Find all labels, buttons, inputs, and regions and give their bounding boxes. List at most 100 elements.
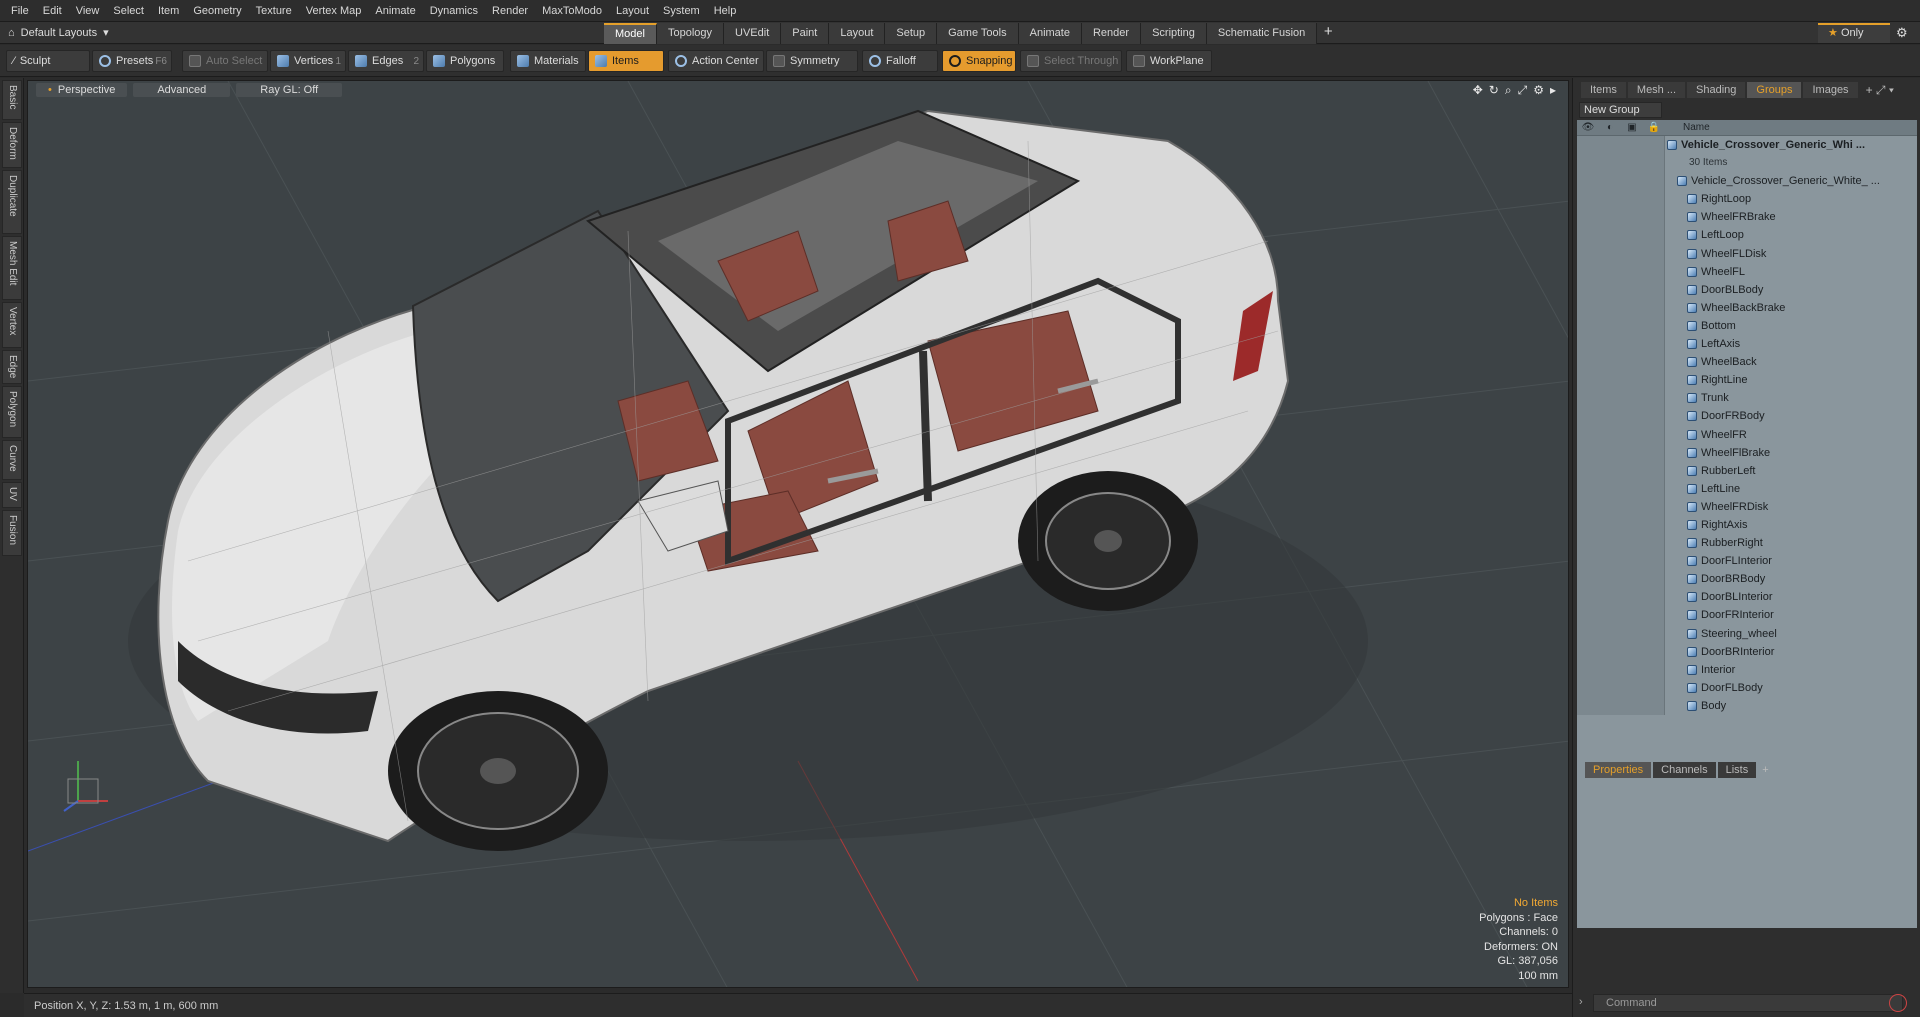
tree-item-doorbrinterior[interactable]: DoorBRInterior xyxy=(1577,642,1917,661)
visibility-columns[interactable] xyxy=(1577,696,1665,715)
select-through-button[interactable]: Select Through xyxy=(1020,50,1122,72)
tree-item-wheelfldisk[interactable]: WheelFLDisk xyxy=(1577,244,1917,263)
panel-tab-items[interactable]: Items xyxy=(1581,82,1626,98)
menu-edit[interactable]: Edit xyxy=(36,0,69,22)
tab-scripting[interactable]: Scripting xyxy=(1141,23,1207,44)
polygons-button[interactable]: Polygons xyxy=(426,50,504,72)
vertices-button[interactable]: Vertices 1 xyxy=(270,50,346,72)
visibility-columns[interactable] xyxy=(1577,534,1665,553)
presets-button[interactable]: Presets F6 xyxy=(92,50,172,72)
left-tab-basic[interactable]: Basic xyxy=(2,80,22,120)
visibility-columns[interactable] xyxy=(1577,588,1665,607)
visibility-columns[interactable] xyxy=(1577,208,1665,227)
zoom-icon[interactable]: ⌕ xyxy=(1505,83,1512,98)
panel-tab-shading[interactable]: Shading xyxy=(1687,82,1746,98)
tree-item-wheelfl[interactable]: WheelFL xyxy=(1577,262,1917,281)
fit-icon[interactable]: ⤢ xyxy=(1518,83,1528,98)
visibility-columns[interactable] xyxy=(1577,226,1665,245)
settings-icon[interactable]: ⚙ xyxy=(1533,83,1544,98)
tree-item-rightloop[interactable]: RightLoop xyxy=(1577,190,1917,209)
materials-button[interactable]: Materials xyxy=(510,50,586,72)
workplane-button[interactable]: WorkPlane xyxy=(1126,50,1212,72)
tree-item-doorblinterior[interactable]: DoorBLInterior xyxy=(1577,588,1917,607)
visibility-columns[interactable] xyxy=(1577,678,1665,697)
falloff-button[interactable]: Falloff xyxy=(862,50,938,72)
tab-schematic-fusion[interactable]: Schematic Fusion xyxy=(1206,23,1318,44)
group-count-row[interactable]: 30 Items xyxy=(1577,154,1917,173)
visibility-columns[interactable] xyxy=(1577,479,1665,498)
command-run-icon[interactable] xyxy=(1889,994,1907,1012)
tree-item-doorfrbody[interactable]: DoorFRBody xyxy=(1577,407,1917,426)
left-tab-fusion[interactable]: Fusion xyxy=(2,510,22,556)
menu-vertex-map[interactable]: Vertex Map xyxy=(299,0,369,22)
menu-geometry[interactable]: Geometry xyxy=(186,0,248,22)
visibility-columns[interactable] xyxy=(1577,280,1665,299)
new-group-button[interactable]: New Group xyxy=(1579,102,1662,118)
tree-item-rubberright[interactable]: RubberRight xyxy=(1577,534,1917,553)
visibility-columns[interactable] xyxy=(1577,136,1665,155)
visibility-columns[interactable] xyxy=(1577,407,1665,426)
tree-item-rightaxis[interactable]: RightAxis xyxy=(1577,515,1917,535)
tree-item-interior[interactable]: Interior xyxy=(1577,660,1917,679)
tree-item-wheelback[interactable]: WheelBack xyxy=(1577,353,1917,372)
tree-item-doorflbody[interactable]: DoorFLBody xyxy=(1577,678,1917,697)
tree-item-wheelbackbrake[interactable]: WheelBackBrake xyxy=(1577,298,1917,317)
tree-item-doorbrbody[interactable]: DoorBRBody xyxy=(1577,570,1917,589)
tree-item-doorblbody[interactable]: DoorBLBody xyxy=(1577,280,1917,299)
left-tab-edge[interactable]: Edge xyxy=(2,350,22,384)
properties-tab-properties[interactable]: Properties xyxy=(1585,762,1652,778)
tree-item-leftloop[interactable]: LeftLoop xyxy=(1577,226,1917,245)
menu-system[interactable]: System xyxy=(656,0,707,22)
tab-render[interactable]: Render xyxy=(1081,23,1142,44)
tab-topology[interactable]: Topology xyxy=(656,23,725,44)
panel-tab-mesh[interactable]: Mesh ... xyxy=(1627,82,1686,98)
left-tab-deform[interactable]: Deform xyxy=(2,122,22,168)
left-tab-uv[interactable]: UV xyxy=(2,482,22,508)
visibility-columns[interactable] xyxy=(1577,389,1665,408)
menu-dynamics[interactable]: Dynamics xyxy=(423,0,485,22)
visibility-columns[interactable] xyxy=(1577,660,1665,679)
tree-item-rightline[interactable]: RightLine xyxy=(1577,371,1917,390)
groups-tree[interactable]: 👁 ◐ ▣ 🔒 Name Vehicle_Crossover_Generic_W… xyxy=(1577,120,1917,928)
auto-select-button[interactable]: Auto Select xyxy=(182,50,268,72)
tab-setup[interactable]: Setup xyxy=(885,23,938,44)
tree-item-doorflinterior[interactable]: DoorFLInterior xyxy=(1577,552,1917,571)
tree-item-steering-wheel[interactable]: Steering_wheel xyxy=(1577,624,1917,643)
visibility-columns[interactable] xyxy=(1577,298,1665,317)
tree-item-bottom[interactable]: Bottom xyxy=(1577,316,1917,336)
menu-select[interactable]: Select xyxy=(106,0,151,22)
snapping-button[interactable]: Snapping xyxy=(942,50,1016,72)
command-input[interactable]: Command xyxy=(1593,994,1903,1012)
menu-layout[interactable]: Layout xyxy=(609,0,656,22)
menu-file[interactable]: File xyxy=(4,0,36,22)
tree-item-wheelflbrake[interactable]: WheelFlBrake xyxy=(1577,443,1917,462)
group-row[interactable]: Vehicle_Crossover_Generic_Whi ... xyxy=(1577,136,1917,155)
visibility-columns[interactable] xyxy=(1577,154,1665,173)
perspective-button[interactable]: Perspective xyxy=(36,83,128,97)
visibility-columns[interactable] xyxy=(1577,515,1665,535)
menu-animate[interactable]: Animate xyxy=(368,0,422,22)
menu-view[interactable]: View xyxy=(69,0,107,22)
visibility-columns[interactable] xyxy=(1577,443,1665,462)
tree-item-leftaxis[interactable]: LeftAxis xyxy=(1577,335,1917,354)
visibility-columns[interactable] xyxy=(1577,425,1665,444)
tree-item-body[interactable]: Body xyxy=(1577,696,1917,715)
menu-maxtomodo[interactable]: MaxToModo xyxy=(535,0,609,22)
properties-tab-channels[interactable]: Channels xyxy=(1653,762,1716,778)
visibility-columns[interactable] xyxy=(1577,371,1665,390)
3d-viewport[interactable]: Perspective Advanced Ray GL: Off ✥ ↻ ⌕ ⤢… xyxy=(27,80,1569,988)
tab-game-tools[interactable]: Game Tools xyxy=(937,23,1019,44)
visibility-columns[interactable] xyxy=(1577,461,1665,480)
left-tab-vertex[interactable]: Vertex xyxy=(2,302,22,348)
raygl-button[interactable]: Ray GL: Off xyxy=(236,83,343,97)
visibility-columns[interactable] xyxy=(1577,172,1665,191)
gear-icon[interactable]: ⚙ xyxy=(1896,22,1908,44)
tree-item-leftline[interactable]: LeftLine xyxy=(1577,479,1917,498)
sculpt-button[interactable]: ⁄ Sculpt xyxy=(6,50,90,72)
action-center-button[interactable]: Action Center xyxy=(668,50,764,72)
visibility-columns[interactable] xyxy=(1577,316,1665,336)
tree-item-doorfrinterior[interactable]: DoorFRInterior xyxy=(1577,606,1917,625)
visibility-columns[interactable] xyxy=(1577,624,1665,643)
properties-tab-lists[interactable]: Lists xyxy=(1717,762,1757,778)
left-tab-duplicate[interactable]: Duplicate xyxy=(2,170,22,234)
